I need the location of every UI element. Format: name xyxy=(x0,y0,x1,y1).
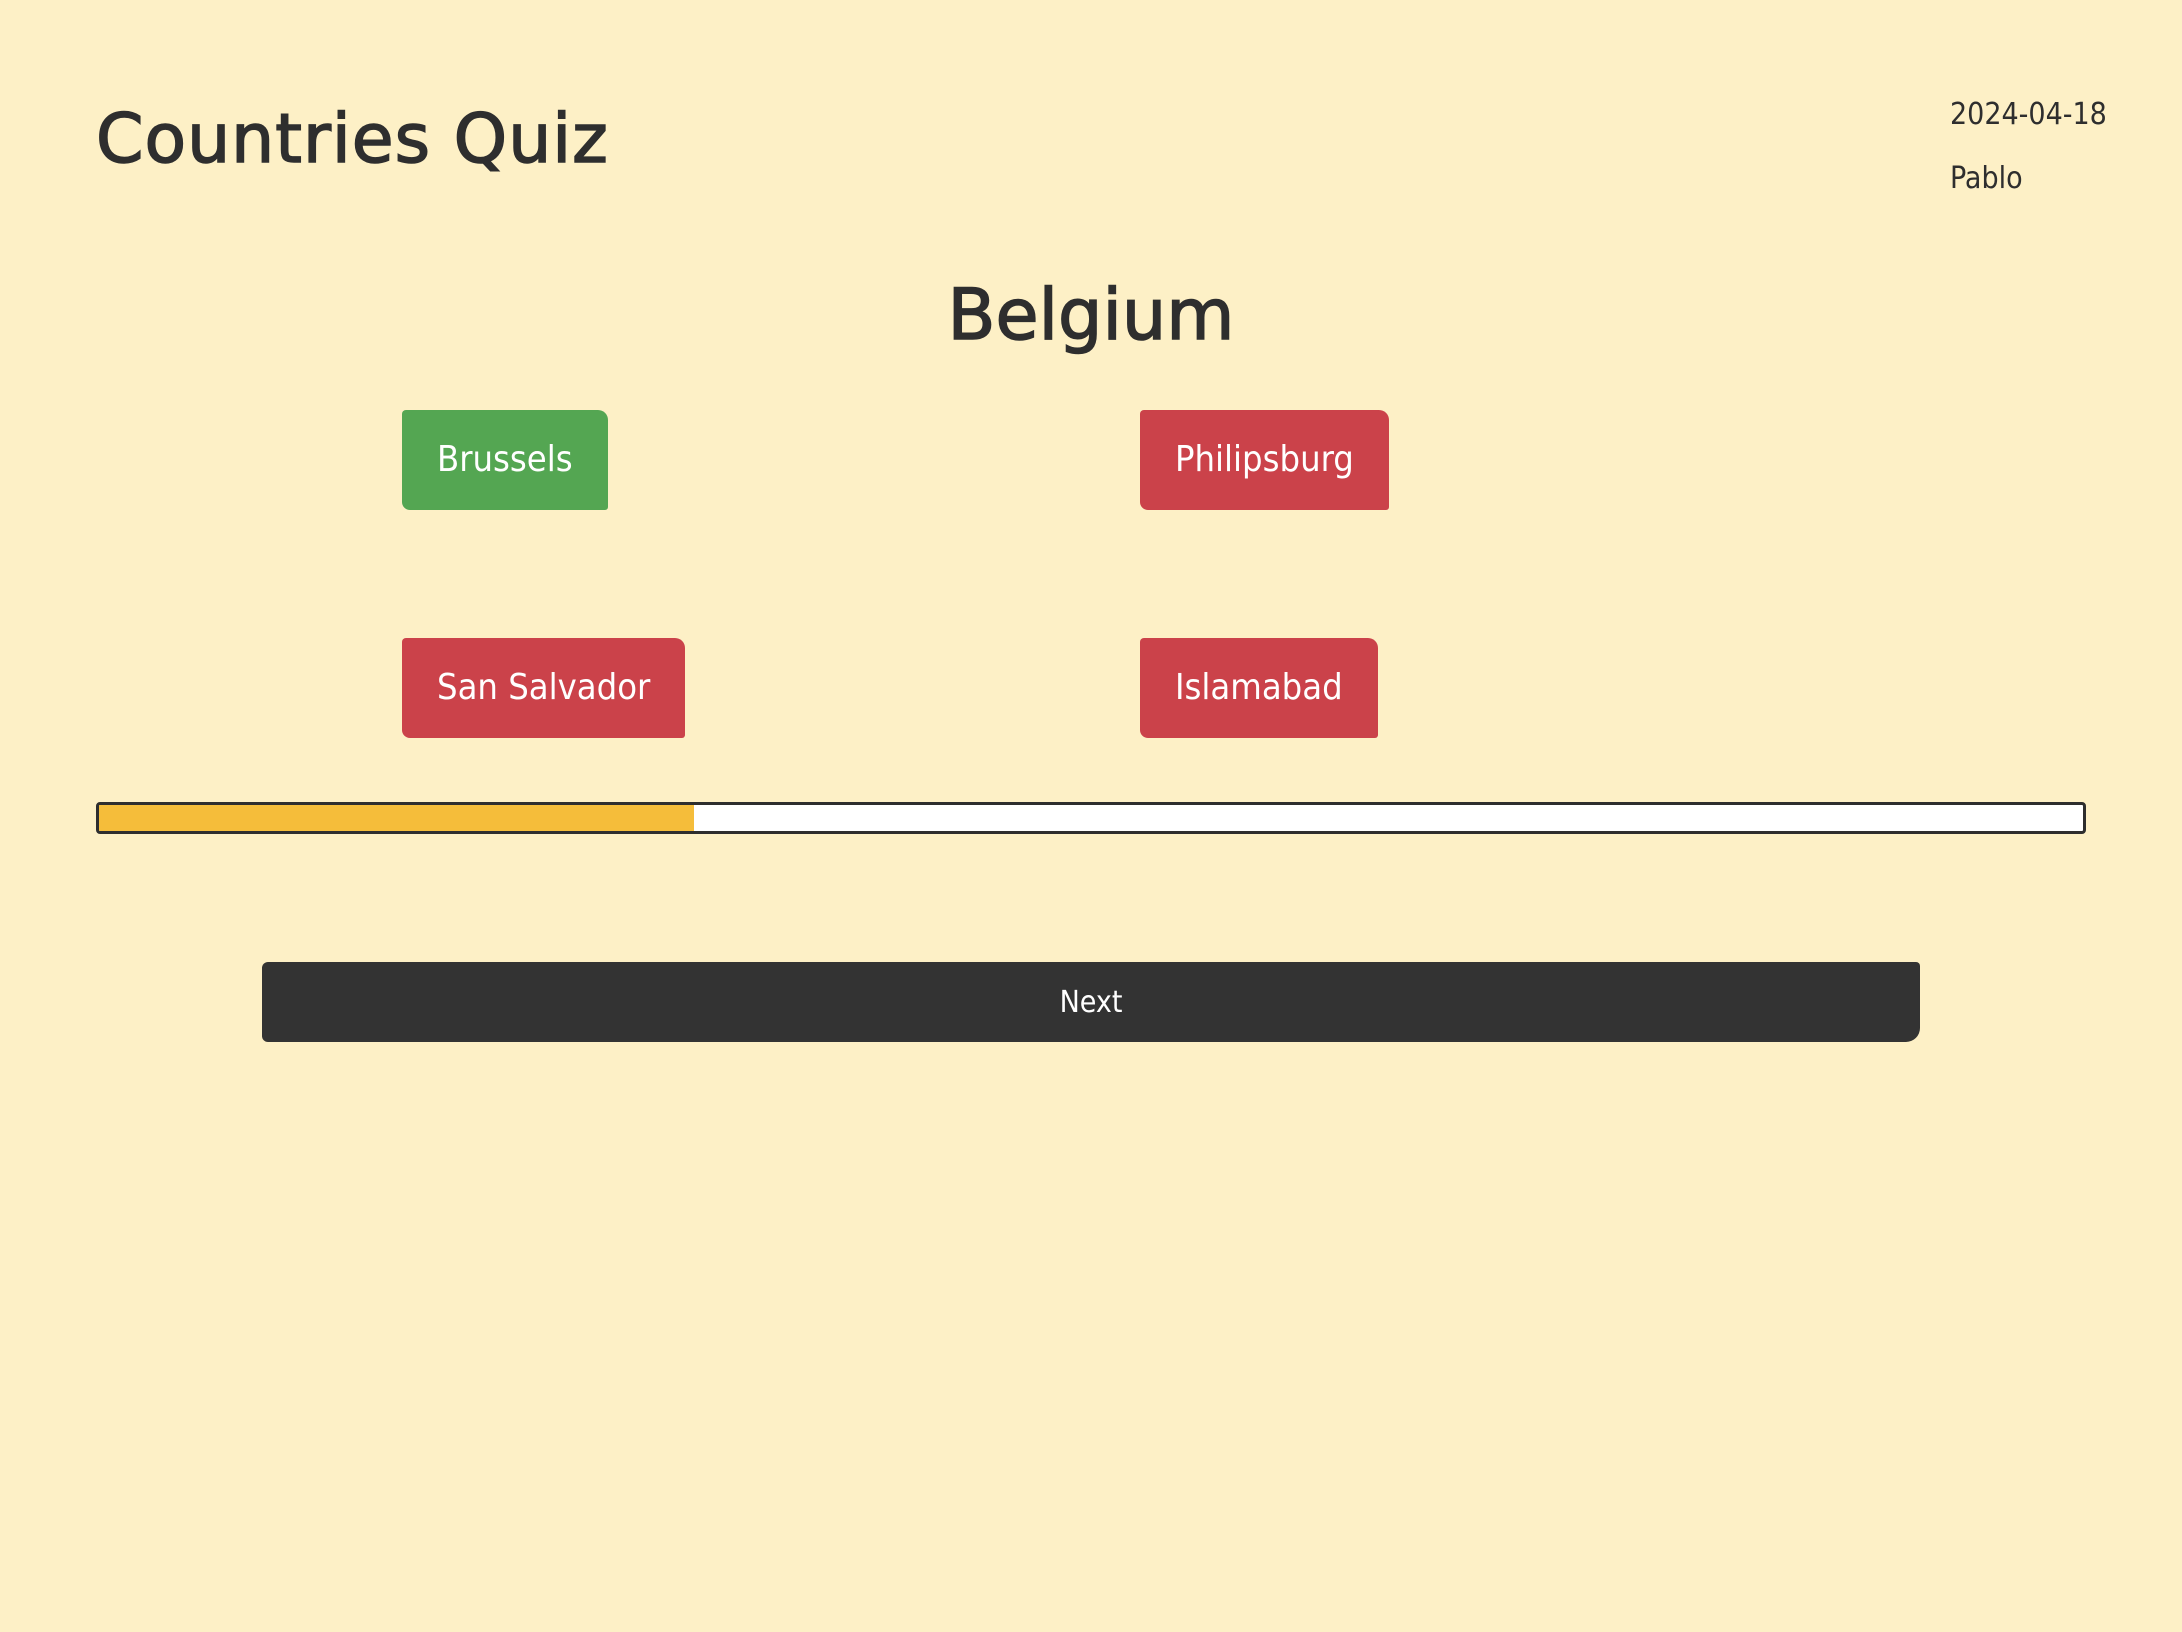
player-name: Pablo xyxy=(1950,161,2023,196)
answer-option-islamabad[interactable]: Islamabad xyxy=(1140,638,1378,738)
question-country: Belgium xyxy=(947,273,1235,357)
quiz-progress-fill xyxy=(99,805,695,831)
answer-option-philipsburg[interactable]: Philipsburg xyxy=(1140,410,1389,510)
app-title: Countries Quiz xyxy=(95,99,609,180)
quiz-progress-bar xyxy=(96,802,2086,834)
quiz-meta: 2024-04-18 Pablo xyxy=(1950,95,2107,199)
answer-option-brussels[interactable]: Brussels xyxy=(402,410,608,510)
next-button[interactable]: Next xyxy=(262,962,1920,1042)
answer-option-san-salvador[interactable]: San Salvador xyxy=(402,638,686,738)
quiz-date: 2024-04-18 xyxy=(1950,97,2107,132)
